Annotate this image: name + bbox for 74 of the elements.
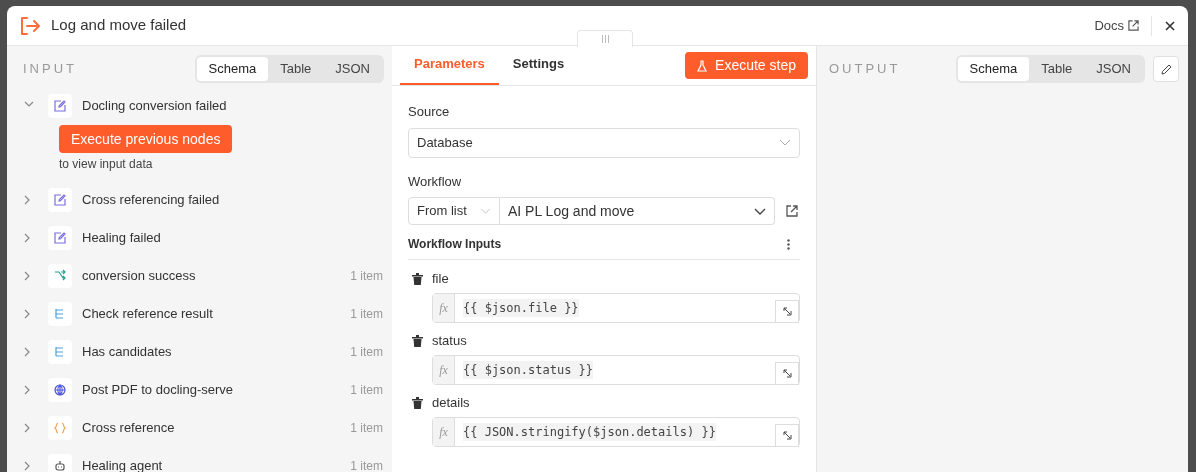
trash-icon[interactable] (412, 273, 423, 285)
hint-text: to view input data (59, 156, 154, 173)
globe-icon (48, 378, 72, 402)
fx-icon: fx (433, 294, 455, 322)
branch-icon (48, 340, 72, 364)
branch-icon (48, 302, 72, 326)
node-name[interactable]: Post PDF to docling-serve (82, 380, 233, 400)
braces-icon (48, 416, 72, 440)
field-label: Workflow (408, 172, 463, 191)
node-name[interactable]: Check reference result (82, 304, 213, 324)
edit-icon (48, 188, 72, 212)
expand-button[interactable] (775, 424, 799, 447)
section-heading: Workflow Inputs (408, 236, 502, 253)
input-name: file (432, 270, 449, 289)
expand-arrow-icon (782, 307, 792, 316)
node-name[interactable]: conversion success (82, 266, 196, 286)
expand-arrow-icon (782, 431, 792, 440)
edit-button[interactable] (1153, 56, 1179, 82)
node-name[interactable]: Healing failed (82, 228, 161, 248)
drag-handle[interactable] (577, 30, 633, 47)
external-link-icon[interactable] (786, 205, 798, 217)
fx-icon: fx (433, 356, 455, 384)
input-name: details (432, 394, 470, 413)
expand-button[interactable] (775, 362, 799, 385)
view-tab[interactable]: Schema (957, 57, 1030, 81)
input-name: status (432, 332, 467, 351)
node-name[interactable]: Has candidates (82, 342, 172, 362)
view-tab[interactable]: Schema (196, 57, 269, 81)
node-name[interactable]: Docling conversion failed (82, 96, 227, 116)
docs-link[interactable]: Docs (1094, 15, 1139, 36)
item-count: 1 item (350, 268, 383, 285)
chevron-down-icon (480, 208, 491, 214)
expression-field[interactable]: fx {{ $json.file }} (432, 293, 800, 323)
item-count: 1 item (350, 344, 383, 361)
view-tab[interactable]: Table (268, 57, 324, 81)
switch-icon (48, 264, 72, 288)
expression-value: {{ $json.status }} (463, 361, 594, 379)
expand-button[interactable] (775, 300, 799, 323)
more-options-icon[interactable] (787, 238, 790, 250)
item-count: 1 item (350, 382, 383, 399)
fx-icon: fx (433, 418, 455, 446)
item-count: 1 item (350, 420, 383, 437)
item-count: 1 item (350, 306, 383, 323)
window-title: Log and move failed (51, 15, 187, 36)
source-dropdown[interactable]: Database (408, 127, 800, 158)
edit-icon (48, 226, 72, 250)
pencil-icon (1160, 63, 1172, 75)
expression-value: {{ $json.file }} (463, 299, 579, 317)
workflow-dropdown[interactable]: AI PL Log and move (500, 197, 775, 225)
external-link-icon (1128, 20, 1139, 31)
chevron-down-icon (779, 139, 791, 146)
node-name[interactable]: Cross reference (82, 418, 175, 438)
panel-tab[interactable]: Settings (498, 45, 579, 85)
expression-field[interactable]: fx {{ JSON.stringify($json.details) }} (432, 417, 800, 447)
grip-icon (600, 35, 610, 43)
node-name[interactable]: Cross referencing failed (82, 190, 220, 210)
trash-icon[interactable] (412, 335, 423, 347)
edit-icon (48, 94, 72, 118)
close-icon[interactable] (1164, 19, 1176, 32)
flask-icon (697, 59, 708, 72)
panel-heading: OUTPUT (829, 60, 901, 79)
view-tab[interactable]: JSON (323, 57, 382, 81)
expression-value: {{ JSON.stringify($json.details) }} (463, 423, 716, 441)
trash-icon[interactable] (412, 397, 423, 409)
item-count: 1 item (350, 458, 383, 472)
mode-dropdown[interactable]: From list (408, 197, 500, 225)
field-label: Source (408, 103, 451, 121)
exit-arrow-icon (19, 14, 41, 37)
view-tab[interactable]: JSON (1084, 57, 1143, 81)
view-tab[interactable]: Table (1029, 57, 1085, 81)
expand-arrow-icon (782, 369, 792, 378)
panel-heading: INPUT (23, 60, 77, 79)
chevron-down-icon (754, 207, 766, 215)
expression-field[interactable]: fx {{ $json.status }} (432, 355, 800, 385)
